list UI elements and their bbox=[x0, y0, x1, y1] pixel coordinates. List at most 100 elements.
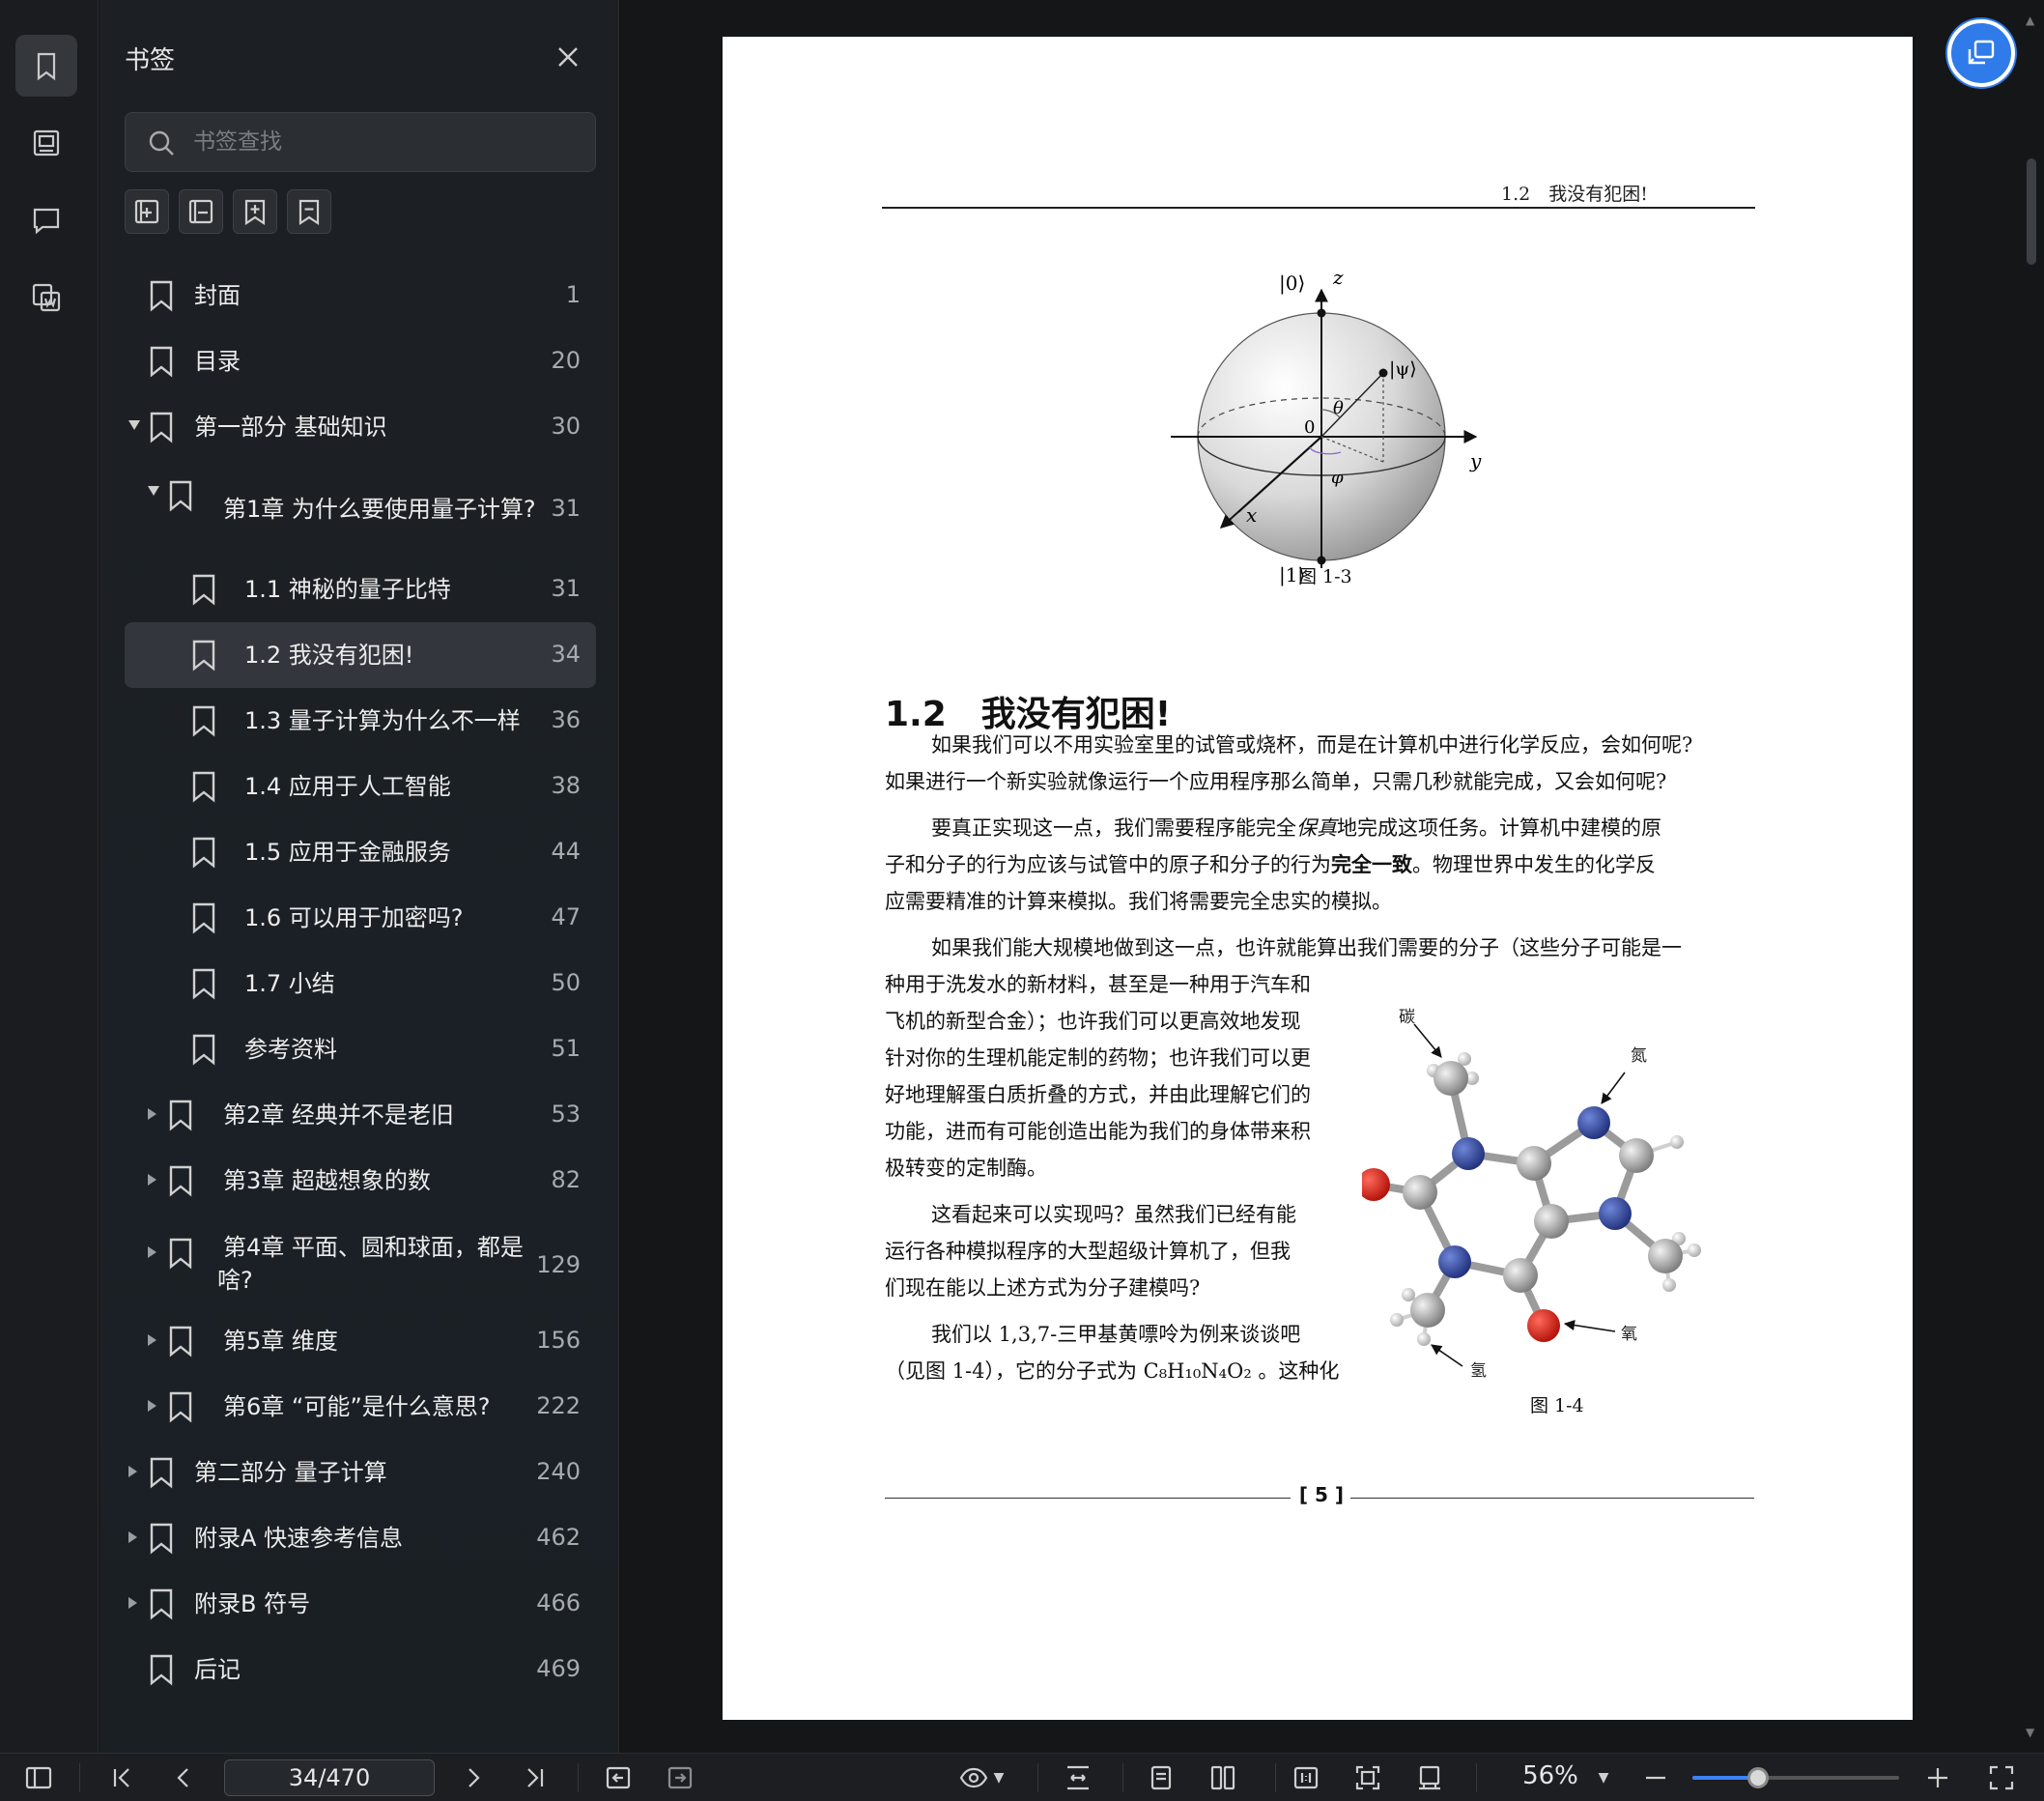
next-page-button[interactable] bbox=[456, 1761, 491, 1794]
previous-page-button[interactable] bbox=[166, 1761, 201, 1794]
bookmark-item[interactable]: 附录A 快速参考信息 462 bbox=[125, 1505, 596, 1571]
document-viewport[interactable]: 1.2 我没有犯困! |0⟩ z y x |1⟩ |ψ⟩ θ φ 0 图 1-3… bbox=[620, 0, 2044, 1753]
bookmark-icon bbox=[167, 1099, 194, 1131]
bookmark-item[interactable]: 封面 1 bbox=[125, 263, 596, 329]
bookmark-item[interactable]: 第5章 维度 156 bbox=[125, 1308, 596, 1374]
vertical-scrollbar[interactable]: ▲ ▼ bbox=[2025, 14, 2038, 1743]
collapse-caret-icon[interactable] bbox=[148, 486, 159, 496]
expand-all-button[interactable] bbox=[125, 189, 169, 234]
bookmark-item[interactable]: 第4章 平面、圆和球面，都是 啥? 129 bbox=[125, 1214, 596, 1318]
bookmark-item[interactable]: 第2章 经典并不是老旧 53 bbox=[125, 1082, 596, 1148]
last-page-icon bbox=[527, 1768, 544, 1787]
bookmark-item[interactable]: 第一部分 基础知识 30 bbox=[125, 394, 596, 460]
expand-caret-icon[interactable] bbox=[128, 1466, 137, 1477]
bookmark-item[interactable]: 第二部分 量子计算 240 bbox=[125, 1440, 596, 1505]
expand-caret-icon[interactable] bbox=[148, 1400, 156, 1412]
bookmark-item[interactable]: 1.5 应用于金融服务 44 bbox=[125, 819, 596, 885]
bookmark-item[interactable]: 第1章 为什么要使用量子计算? 31 bbox=[125, 460, 596, 558]
bookmark-remove-icon bbox=[298, 199, 320, 226]
bookmark-item[interactable]: 后记 469 bbox=[125, 1637, 596, 1702]
toggle-sidebar-button[interactable] bbox=[21, 1761, 56, 1794]
bookmark-icon bbox=[167, 1325, 194, 1358]
bookmark-label: 1.2 我没有犯困! bbox=[244, 642, 414, 669]
bookmark-page-number: 31 bbox=[551, 495, 581, 522]
zoom-slider-handle[interactable] bbox=[1747, 1767, 1770, 1788]
bookmark-icon bbox=[167, 479, 194, 512]
scroll-up-arrow-icon[interactable]: ▲ bbox=[2026, 14, 2034, 27]
bookmark-item[interactable]: 第6章 “可能”是什么意思? 222 bbox=[125, 1374, 596, 1440]
zoom-in-button[interactable] bbox=[1920, 1761, 1955, 1794]
zoom-dropdown-button[interactable]: ▼ bbox=[1590, 1761, 1617, 1794]
close-panel-button[interactable] bbox=[554, 43, 582, 71]
thumbnails-panel-button[interactable] bbox=[15, 112, 77, 174]
expand-caret-icon[interactable] bbox=[148, 1334, 156, 1346]
y-axis-label: y bbox=[1469, 449, 1482, 472]
z-axis-label: z bbox=[1332, 266, 1344, 289]
paragraph-4: 这看起来可以实现吗？虽然我们已经有能 运行各种模拟程序的大型超级计算机了，但我 … bbox=[885, 1196, 1348, 1306]
chevron-right-icon bbox=[468, 1768, 480, 1787]
bookmark-label: 附录A 快速参考信息 bbox=[194, 1525, 404, 1552]
collapse-all-button[interactable] bbox=[179, 189, 223, 234]
bookmark-label: 参考资料 bbox=[244, 1036, 337, 1063]
comment-icon bbox=[33, 208, 60, 235]
view-mode-dropdown[interactable]: ▼ bbox=[952, 1761, 1010, 1794]
zoom-level[interactable]: 56% bbox=[1507, 1761, 1594, 1790]
rotate-page-button[interactable] bbox=[1412, 1761, 1447, 1794]
bookmark-icon bbox=[148, 1587, 175, 1620]
bookmark-label: 1.6 可以用于加密吗? bbox=[244, 904, 464, 931]
bookmark-item[interactable]: 参考资料 51 bbox=[125, 1016, 596, 1082]
floating-action-button[interactable] bbox=[1947, 19, 2015, 87]
expand-caret-icon[interactable] bbox=[128, 1597, 137, 1609]
navigate-back-button[interactable] bbox=[601, 1761, 636, 1794]
collapse-caret-icon[interactable] bbox=[128, 420, 140, 430]
expand-caret-icon[interactable] bbox=[128, 1531, 137, 1543]
bookmark-search-input[interactable] bbox=[193, 121, 580, 163]
chevron-down-icon: ▼ bbox=[1598, 1770, 1609, 1786]
bookmark-item[interactable]: 1.4 应用于人工智能 38 bbox=[125, 754, 596, 819]
fit-width-icon bbox=[1067, 1765, 1089, 1790]
paragraph-line: 子和分子的行为应该与试管中的原子和分子的行为完全一致。物理世界中发生的化学反 bbox=[885, 853, 1656, 876]
first-page-button[interactable] bbox=[104, 1761, 139, 1794]
bookmark-item[interactable]: 1.7 小结 50 bbox=[125, 951, 596, 1016]
zoom-out-button[interactable] bbox=[1638, 1761, 1673, 1794]
bookmark-item[interactable]: 1.2 我没有犯困! 34 bbox=[125, 622, 596, 688]
navigate-forward-button[interactable] bbox=[663, 1761, 697, 1794]
page-number-input[interactable]: 34/470 bbox=[224, 1759, 435, 1796]
single-page-button[interactable] bbox=[1144, 1761, 1178, 1794]
bookmark-icon bbox=[190, 639, 217, 672]
fit-page-button[interactable] bbox=[1350, 1761, 1385, 1794]
bookmark-item[interactable]: 1.3 量子计算为什么不一样 36 bbox=[125, 688, 596, 754]
bookmark-item[interactable]: 附录B 符号 466 bbox=[125, 1571, 596, 1637]
actual-size-button[interactable] bbox=[1289, 1761, 1323, 1794]
paragraph-3-first-line: 如果我们能大规模地做到这一点，也许就能算出我们需要的分子（这些分子可能是一 bbox=[885, 929, 1758, 966]
zoom-slider[interactable] bbox=[1692, 1767, 1899, 1788]
scroll-down-arrow-icon[interactable]: ▼ bbox=[2026, 1726, 2034, 1739]
bookmark-page-number: 47 bbox=[551, 903, 581, 930]
two-page-button[interactable] bbox=[1206, 1761, 1240, 1794]
bookmark-page-number: 44 bbox=[551, 838, 581, 865]
expand-caret-icon[interactable] bbox=[148, 1246, 156, 1258]
bottom-toolbar: 34/470 ▼ 56% ▼ bbox=[0, 1753, 2044, 1801]
bookmark-item[interactable]: 1.1 神秘的量子比特 31 bbox=[125, 557, 596, 622]
bookmark-item[interactable]: 目录 20 bbox=[125, 329, 596, 394]
fit-width-button[interactable] bbox=[1061, 1761, 1095, 1794]
fullscreen-button[interactable] bbox=[1984, 1761, 2019, 1794]
bookmark-icon bbox=[148, 345, 175, 378]
add-bookmark-button[interactable] bbox=[233, 189, 277, 234]
bookmark-panel: 书签 封面1目录20第一部分 基础知识30第1章 为什么要使用量子计算?311.… bbox=[99, 0, 619, 1753]
expand-caret-icon[interactable] bbox=[148, 1108, 156, 1120]
delete-bookmark-button[interactable] bbox=[287, 189, 331, 234]
last-page-button[interactable] bbox=[518, 1761, 553, 1794]
paragraph-line: （见图 1-4），它的分子式为 C₈H₁₀N₄O₂ 。这种化 bbox=[885, 1359, 1340, 1383]
x-axis-label: x bbox=[1246, 503, 1257, 527]
expand-caret-icon[interactable] bbox=[148, 1174, 156, 1186]
comments-panel-button[interactable] bbox=[15, 189, 77, 251]
bookmark-item[interactable]: 1.6 可以用于加密吗? 47 bbox=[125, 885, 596, 951]
bookmark-page-number: 20 bbox=[551, 347, 581, 374]
scrollbar-thumb[interactable] bbox=[2027, 158, 2036, 265]
hydrogen-label: 氢 bbox=[1470, 1361, 1487, 1381]
bookmarks-panel-button[interactable] bbox=[15, 35, 77, 97]
pages-panel-button[interactable] bbox=[15, 267, 77, 329]
bookmark-item[interactable]: 第3章 超越想象的数 82 bbox=[125, 1148, 596, 1214]
plus-icon bbox=[1928, 1768, 1947, 1787]
